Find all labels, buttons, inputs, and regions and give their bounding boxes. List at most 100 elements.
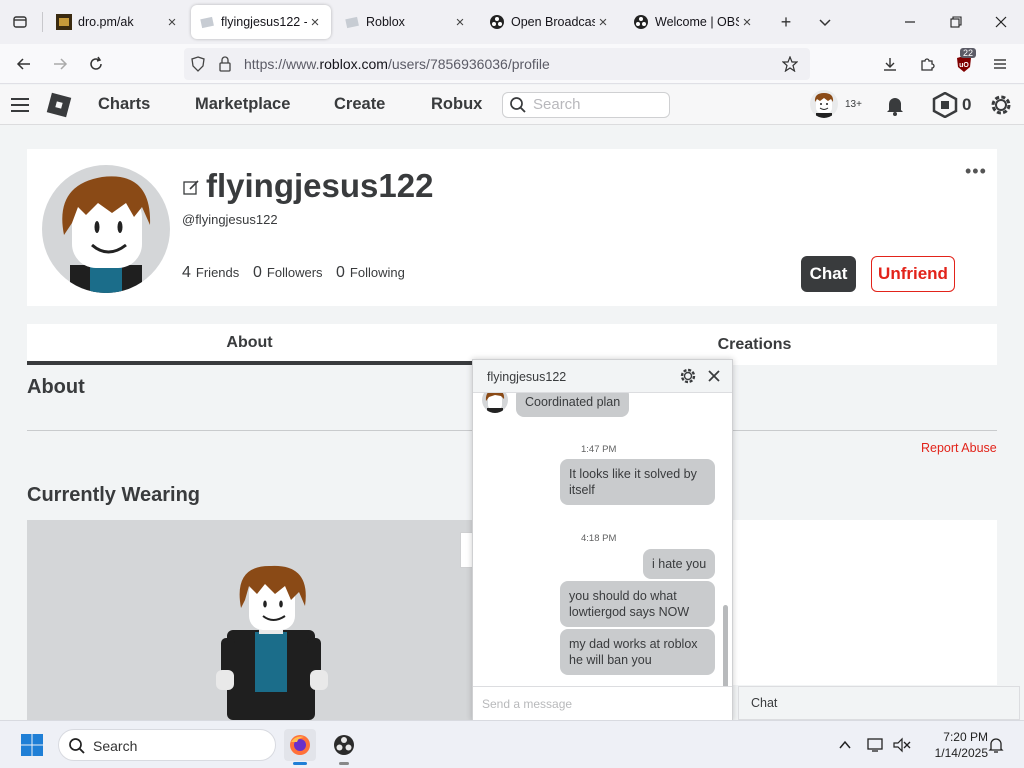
tab-roblox[interactable]: Roblox × xyxy=(336,5,476,39)
obs-taskbar-icon[interactable] xyxy=(328,729,360,765)
search-icon xyxy=(509,96,527,119)
close-icon[interactable]: × xyxy=(164,14,180,31)
chat-window: flyingjesus122 Coordinated plan 1:47 PM … xyxy=(472,359,733,721)
roblox-favicon-icon xyxy=(199,14,215,30)
currently-wearing-heading: Currently Wearing xyxy=(27,484,200,506)
firefox-taskbar-icon[interactable] xyxy=(284,729,316,765)
nav-robux[interactable]: Robux xyxy=(431,95,482,114)
sender-avatar xyxy=(482,393,508,413)
nav-create[interactable]: Create xyxy=(334,95,385,114)
system-clock[interactable]: 7:20 PM 1/14/2025 xyxy=(918,729,988,761)
avatar-figure xyxy=(216,565,328,720)
roblox-logo-icon[interactable] xyxy=(44,90,74,125)
tray-overflow-chevron-icon[interactable] xyxy=(835,735,855,755)
ublock-origin-icon[interactable]: uO 22 xyxy=(950,48,978,78)
chat-scrollbar[interactable] xyxy=(723,605,728,686)
following-stat[interactable]: 0 Following xyxy=(336,264,405,282)
about-heading: About xyxy=(27,376,85,398)
roblox-favicon-icon xyxy=(344,14,360,30)
url-text: https://www.roblox.com/users/7856936036/… xyxy=(244,56,550,72)
taskbar-search-box[interactable]: Search xyxy=(58,729,276,761)
tab-title: Welcome | OBS xyxy=(655,15,739,29)
tab-overflow-chevron-icon[interactable] xyxy=(813,10,837,34)
browser-nav-bar: https://www.roblox.com/users/7856936036/… xyxy=(0,44,1024,84)
restore-icon[interactable] xyxy=(944,10,968,34)
profile-username: @flyingjesus122 xyxy=(182,212,278,227)
profile-display-name: flyingjesus122 xyxy=(206,167,434,204)
close-window-icon[interactable] xyxy=(989,10,1013,34)
chat-message-sent: you should do what lowtiergod says NOW xyxy=(560,581,715,627)
close-icon[interactable]: × xyxy=(452,14,468,31)
nav-marketplace[interactable]: Marketplace xyxy=(195,95,290,114)
robux-icon[interactable] xyxy=(932,91,958,123)
tab-about[interactable]: About xyxy=(27,324,472,365)
reload-icon[interactable] xyxy=(82,50,110,78)
tracking-shield-icon[interactable] xyxy=(190,56,206,77)
speaker-muted-icon[interactable] xyxy=(892,735,912,755)
obs-icon xyxy=(633,14,649,30)
chat-message-sent: my dad works at roblox he will ban you xyxy=(560,629,715,675)
close-icon[interactable]: × xyxy=(739,14,755,31)
clock-date: 1/14/2025 xyxy=(934,746,988,760)
tab-list-icon[interactable] xyxy=(6,8,34,36)
tab-title: Roblox xyxy=(366,15,405,29)
chat-dock-label: Chat xyxy=(751,696,778,710)
settings-gear-icon[interactable] xyxy=(988,92,1014,123)
back-arrow-icon[interactable] xyxy=(10,50,38,78)
tab-profile[interactable]: flyingjesus122 - × xyxy=(191,5,331,39)
search-input[interactable] xyxy=(533,96,663,113)
chat-message-received: Coordinated plan xyxy=(516,393,630,417)
new-tab-plus-icon[interactable]: + xyxy=(774,10,798,34)
taskbar-search-label: Search xyxy=(93,738,138,754)
svg-text:uO: uO xyxy=(959,62,969,69)
tab-welcome-obs[interactable]: Welcome | OBS × xyxy=(625,5,763,39)
windows-start-icon[interactable] xyxy=(16,729,48,761)
forward-arrow-icon[interactable] xyxy=(46,50,74,78)
age-badge: 13+ xyxy=(845,99,862,110)
search-icon xyxy=(68,737,86,760)
minimize-icon[interactable] xyxy=(898,10,922,34)
chat-button[interactable]: Chat xyxy=(801,256,856,292)
roblox-header: Charts Marketplace Create Robux 13+ 0 xyxy=(0,85,1024,125)
robux-balance[interactable]: 0 xyxy=(962,95,971,115)
profile-avatar[interactable] xyxy=(42,165,170,293)
downloads-icon[interactable] xyxy=(876,50,904,78)
roblox-menu-icon[interactable] xyxy=(10,95,30,120)
address-bar[interactable]: https://www.roblox.com/users/7856936036/… xyxy=(184,48,810,80)
hamburger-menu-icon[interactable] xyxy=(986,50,1014,78)
chat-timestamp: 1:47 PM xyxy=(581,444,617,455)
display-icon[interactable] xyxy=(866,735,886,755)
close-icon[interactable]: × xyxy=(595,14,611,31)
roblox-search-box[interactable] xyxy=(502,92,670,118)
chat-close-icon[interactable] xyxy=(704,366,724,386)
bookmark-star-icon[interactable] xyxy=(781,55,799,77)
chat-message-list[interactable]: Coordinated plan 1:47 PM It looks like i… xyxy=(473,393,732,686)
windows-taskbar: Search 7:20 PM 1/14/2025 xyxy=(0,720,1024,768)
followers-stat[interactable]: 0 Followers xyxy=(253,264,323,282)
tab-open-broadcast[interactable]: Open Broadcast × xyxy=(481,5,619,39)
chat-title: flyingjesus122 xyxy=(487,370,567,384)
chat-settings-gear-icon[interactable] xyxy=(678,366,698,386)
chat-message-input[interactable] xyxy=(482,697,722,711)
tab-dro-pm[interactable]: dro.pm/ak × xyxy=(48,5,188,39)
friends-stat[interactable]: 4 Friends xyxy=(182,264,239,282)
avatar-3d-viewer[interactable] xyxy=(27,520,473,720)
more-options-icon[interactable]: ••• xyxy=(965,161,987,182)
chat-message-sent: It looks like it solved by itself xyxy=(560,459,715,505)
lock-icon[interactable] xyxy=(218,56,232,77)
notification-center-bell-icon[interactable] xyxy=(986,735,1006,755)
browser-tab-strip: dro.pm/ak × flyingjesus122 - × Roblox × … xyxy=(0,0,1024,44)
unfriend-button[interactable]: Unfriend xyxy=(871,256,955,292)
nav-charts[interactable]: Charts xyxy=(98,95,150,114)
user-avatar[interactable] xyxy=(810,90,838,118)
extension-badge: 22 xyxy=(960,48,977,58)
close-icon[interactable]: × xyxy=(307,14,323,31)
extensions-puzzle-icon[interactable] xyxy=(913,50,941,78)
edit-pencil-icon[interactable] xyxy=(183,179,200,201)
chat-dock-bar[interactable]: Chat xyxy=(738,686,1020,720)
tab-separator xyxy=(42,12,43,32)
report-abuse-link[interactable]: Report Abuse xyxy=(921,441,997,455)
notification-bell-icon[interactable] xyxy=(884,94,906,121)
chat-compose-area xyxy=(473,686,732,720)
chat-header[interactable]: flyingjesus122 xyxy=(473,360,732,393)
